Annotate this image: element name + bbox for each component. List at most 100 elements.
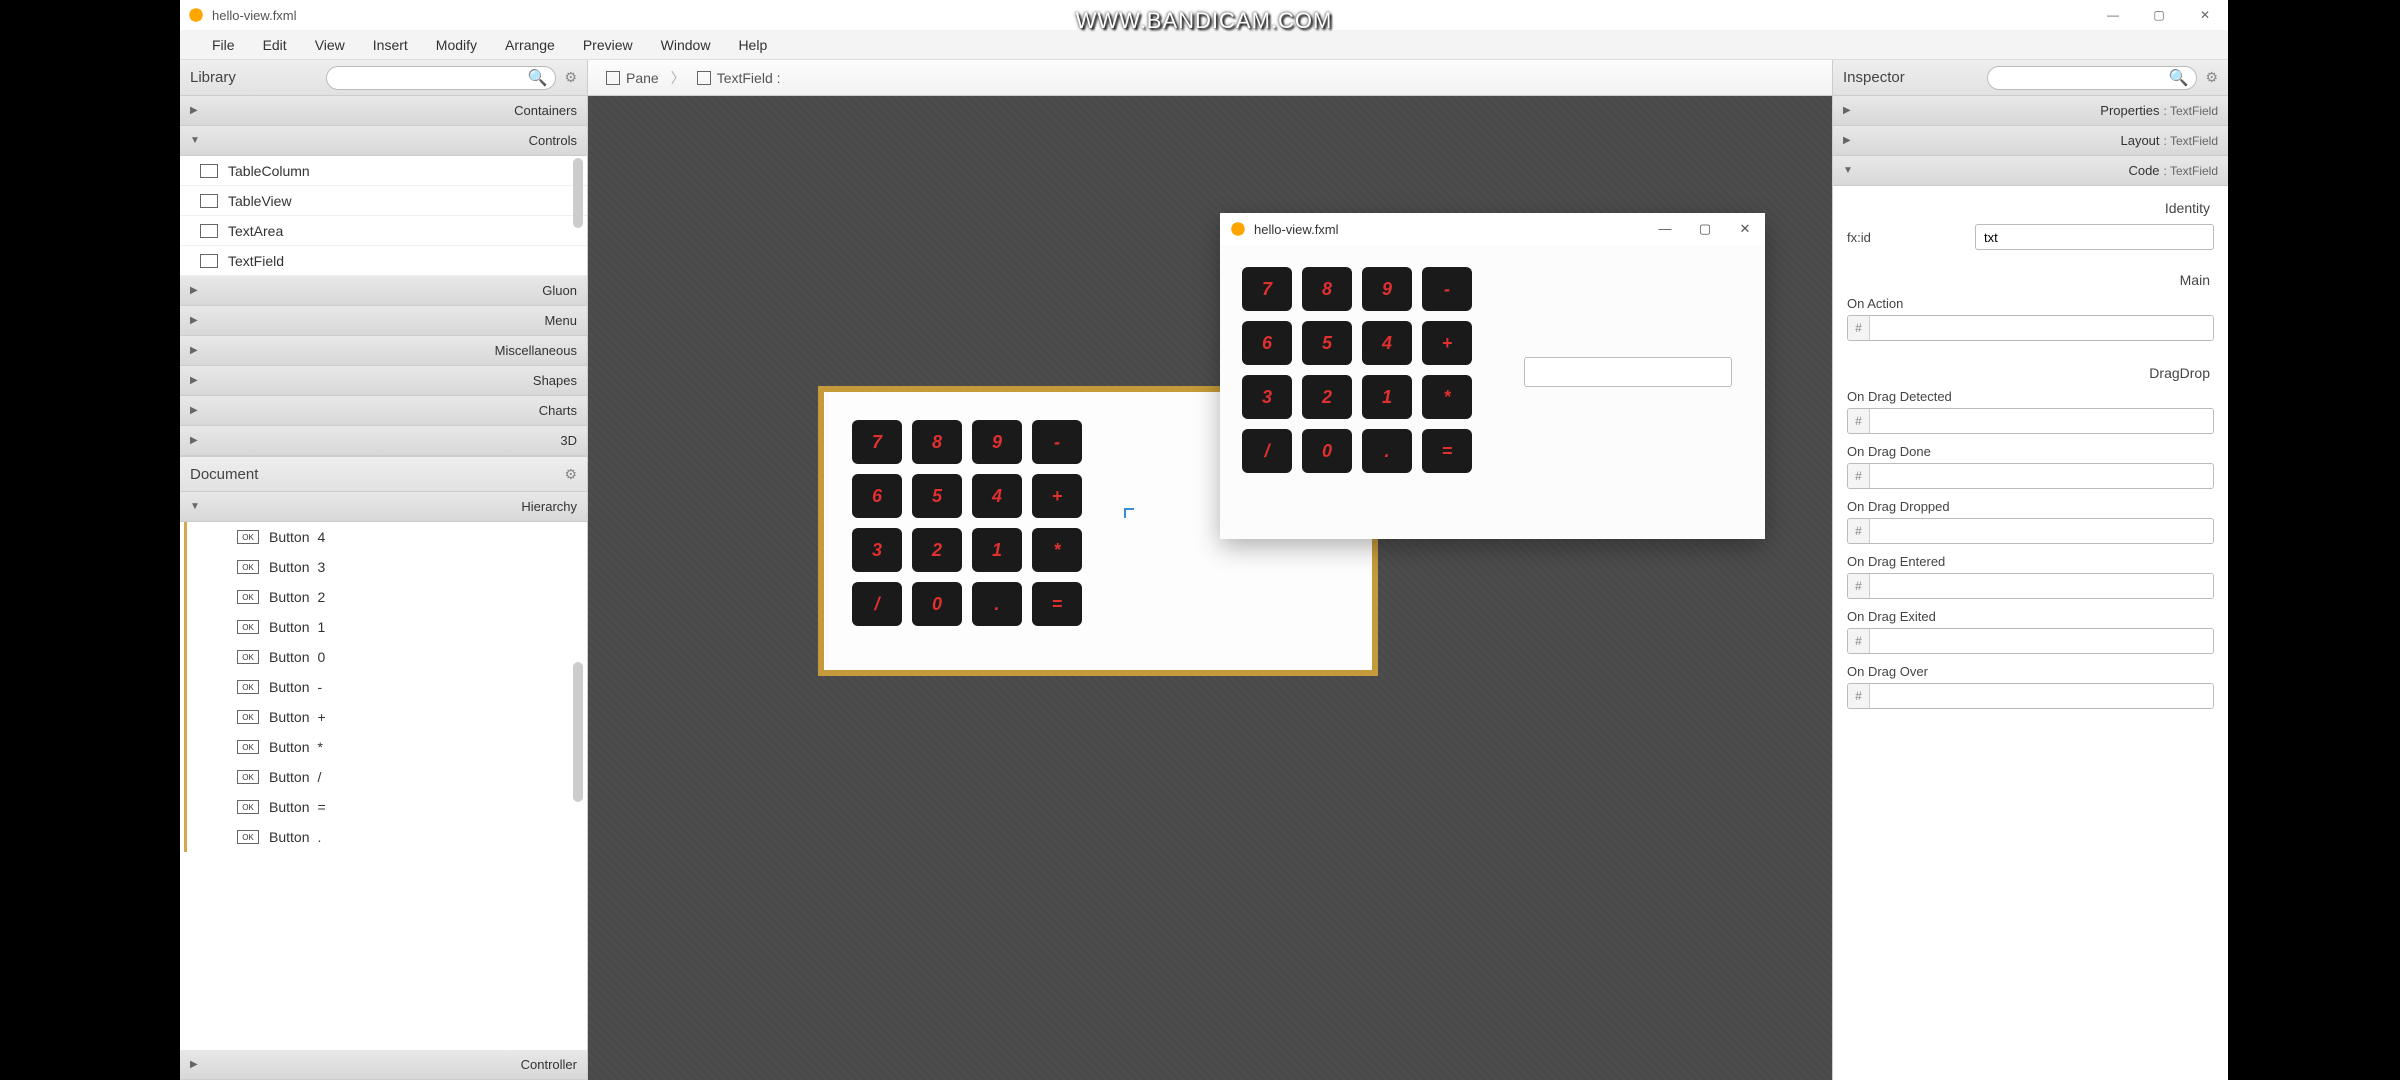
hierarchy-item[interactable]: OKButton+ — [184, 702, 587, 732]
runtime-button[interactable]: 5 — [1302, 321, 1352, 365]
breadcrumb-textfield[interactable]: TextField : — [689, 70, 789, 86]
event-field[interactable] — [1870, 409, 2213, 433]
runtime-button[interactable]: / — [1242, 429, 1292, 473]
breadcrumb-pane[interactable]: Pane — [598, 70, 667, 86]
hierarchy-item[interactable]: OKButton= — [184, 792, 587, 822]
runtime-button[interactable]: + — [1422, 321, 1472, 365]
section-controls[interactable]: ▼ Controls — [180, 126, 587, 156]
hierarchy-item[interactable]: OKButton4 — [184, 522, 587, 552]
section-gluon[interactable]: ▶Gluon — [180, 276, 587, 306]
menu-insert[interactable]: Insert — [359, 37, 422, 53]
design-button[interactable]: 8 — [912, 420, 962, 464]
design-button[interactable]: + — [1032, 474, 1082, 518]
section-charts[interactable]: ▶Charts — [180, 396, 587, 426]
maximize-button[interactable]: ▢ — [2136, 0, 2182, 30]
inspector-search-input[interactable]: 🔍 — [1987, 66, 2197, 90]
on-action-field[interactable] — [1870, 316, 2213, 340]
runtime-button[interactable]: = — [1422, 429, 1472, 473]
runtime-button[interactable]: 0 — [1302, 429, 1352, 473]
event-field[interactable] — [1870, 519, 2213, 543]
event-input[interactable]: # — [1847, 463, 2214, 489]
runtime-button[interactable]: 7 — [1242, 267, 1292, 311]
runtime-button[interactable]: . — [1362, 429, 1412, 473]
hierarchy-scrollbar[interactable] — [573, 662, 583, 802]
fxid-input[interactable] — [1975, 224, 2214, 250]
document-settings-icon[interactable]: ⚙ — [564, 466, 577, 483]
runtime-button[interactable]: 2 — [1302, 375, 1352, 419]
control-item-tableview[interactable]: TableView — [180, 186, 587, 216]
design-button[interactable]: 4 — [972, 474, 1022, 518]
menu-arrange[interactable]: Arrange — [491, 37, 569, 53]
event-input[interactable]: # — [1847, 518, 2214, 544]
selection-handle-icon[interactable] — [1124, 508, 1134, 518]
section-shapes[interactable]: ▶Shapes — [180, 366, 587, 396]
design-button[interactable]: 9 — [972, 420, 1022, 464]
menu-edit[interactable]: Edit — [249, 37, 301, 53]
section-3d[interactable]: ▶3D — [180, 426, 587, 456]
control-item-textfield[interactable]: TextField — [180, 246, 587, 276]
section-misc[interactable]: ▶Miscellaneous — [180, 336, 587, 366]
runtime-textfield[interactable] — [1524, 357, 1732, 387]
design-button[interactable]: 7 — [852, 420, 902, 464]
event-input[interactable]: # — [1847, 573, 2214, 599]
runtime-button[interactable]: 8 — [1302, 267, 1352, 311]
library-search-input[interactable]: 🔍 — [326, 66, 556, 90]
hierarchy-item[interactable]: OKButton* — [184, 732, 587, 762]
inspector-section-properties[interactable]: ▶ Properties: TextField — [1833, 96, 2228, 126]
inspector-section-code[interactable]: ▼ Code: TextField — [1833, 156, 2228, 186]
section-hierarchy[interactable]: ▼ Hierarchy — [180, 492, 587, 522]
runtime-button[interactable]: 1 — [1362, 375, 1412, 419]
event-input[interactable]: # — [1847, 683, 2214, 709]
hierarchy-item[interactable]: OKButton1 — [184, 612, 587, 642]
section-containers[interactable]: ▶ Containers — [180, 96, 587, 126]
design-button[interactable]: 3 — [852, 528, 902, 572]
design-button[interactable]: 1 — [972, 528, 1022, 572]
runtime-button[interactable]: 3 — [1242, 375, 1292, 419]
section-menu[interactable]: ▶Menu — [180, 306, 587, 336]
hierarchy-item[interactable]: OKButton0 — [184, 642, 587, 672]
design-button[interactable]: * — [1032, 528, 1082, 572]
event-field[interactable] — [1870, 464, 2213, 488]
design-button[interactable]: . — [972, 582, 1022, 626]
close-button[interactable]: ✕ — [2182, 0, 2228, 30]
runtime-button[interactable]: 9 — [1362, 267, 1412, 311]
menu-help[interactable]: Help — [724, 37, 781, 53]
control-item-textarea[interactable]: TextArea — [180, 216, 587, 246]
event-field[interactable] — [1870, 629, 2213, 653]
design-button[interactable]: 2 — [912, 528, 962, 572]
control-item-tablecolumn[interactable]: TableColumn — [180, 156, 587, 186]
runtime-maximize-button[interactable]: ▢ — [1685, 221, 1725, 237]
runtime-close-button[interactable]: ✕ — [1725, 221, 1765, 237]
hierarchy-item[interactable]: OKButton- — [184, 672, 587, 702]
runtime-preview-window[interactable]: hello-view.fxml — ▢ ✕ 7 8 9 - 6 5 4 + 3 … — [1220, 213, 1765, 539]
menu-modify[interactable]: Modify — [422, 37, 491, 53]
event-input[interactable]: # — [1847, 628, 2214, 654]
inspector-settings-icon[interactable]: ⚙ — [2205, 69, 2218, 86]
event-input[interactable]: # — [1847, 408, 2214, 434]
design-button[interactable]: = — [1032, 582, 1082, 626]
design-button[interactable]: 6 — [852, 474, 902, 518]
hierarchy-item[interactable]: OKButton. — [184, 822, 587, 852]
runtime-button[interactable]: 4 — [1362, 321, 1412, 365]
design-button[interactable]: / — [852, 582, 902, 626]
hierarchy-item[interactable]: OKButton2 — [184, 582, 587, 612]
library-settings-icon[interactable]: ⚙ — [564, 69, 577, 86]
section-controller[interactable]: ▶ Controller — [180, 1050, 587, 1080]
event-field[interactable] — [1870, 684, 2213, 708]
design-button[interactable]: 0 — [912, 582, 962, 626]
inspector-section-layout[interactable]: ▶ Layout: TextField — [1833, 126, 2228, 156]
controls-scrollbar[interactable] — [573, 158, 583, 228]
hierarchy-item[interactable]: OKButton3 — [184, 552, 587, 582]
minimize-button[interactable]: — — [2090, 0, 2136, 30]
runtime-button[interactable]: * — [1422, 375, 1472, 419]
on-action-input[interactable]: # — [1847, 315, 2214, 341]
event-field[interactable] — [1870, 574, 2213, 598]
menu-file[interactable]: File — [198, 37, 249, 53]
runtime-button[interactable]: 6 — [1242, 321, 1292, 365]
runtime-button[interactable]: - — [1422, 267, 1472, 311]
menu-preview[interactable]: Preview — [569, 37, 647, 53]
hierarchy-item[interactable]: OKButton/ — [184, 762, 587, 792]
design-button[interactable]: - — [1032, 420, 1082, 464]
menu-view[interactable]: View — [301, 37, 359, 53]
menu-window[interactable]: Window — [647, 37, 725, 53]
